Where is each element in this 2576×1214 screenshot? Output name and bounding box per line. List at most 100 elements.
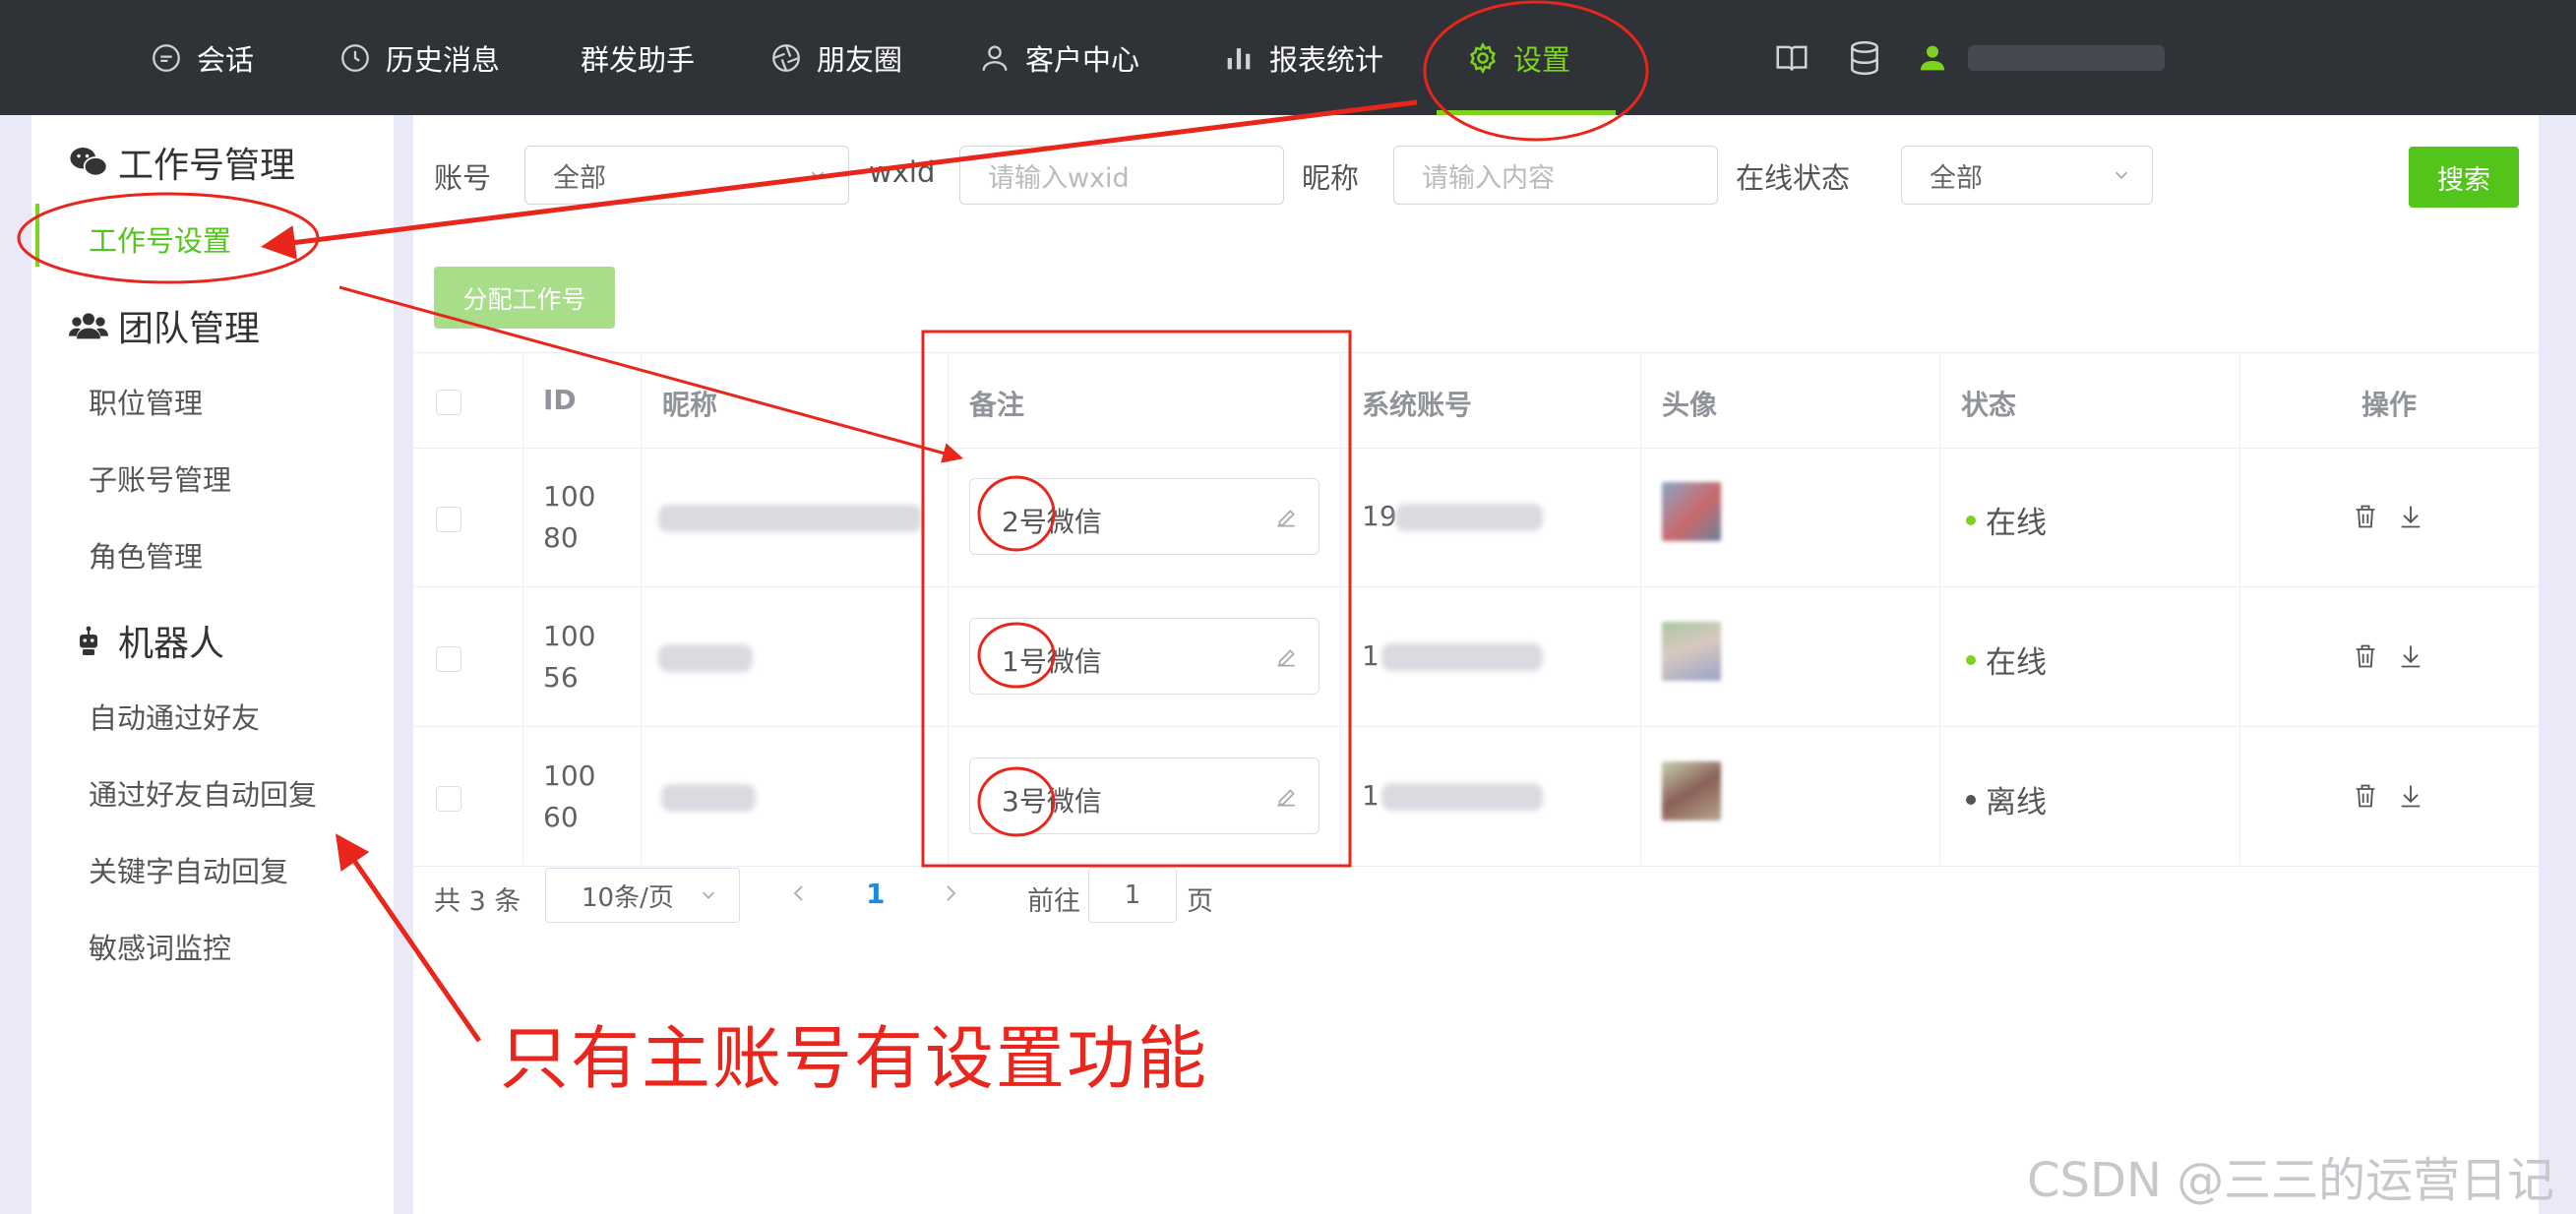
- nav-item-chat[interactable]: 会话: [150, 0, 254, 115]
- sidebar-item-auto-accept-friends[interactable]: 自动通过好友: [89, 696, 260, 737]
- row-avatar: [1662, 482, 1721, 541]
- bar-chart-icon: [1227, 47, 1251, 69]
- download-icon[interactable]: [2397, 781, 2424, 811]
- row-divider: [413, 726, 2539, 727]
- pagination-page-suffix: 页: [1187, 886, 1213, 917]
- wxid-input[interactable]: 请输入wxid: [959, 146, 1284, 205]
- nav-item-label: 报表统计: [1269, 42, 1384, 77]
- row-id: 10056: [543, 620, 596, 694]
- next-page-icon[interactable]: [941, 881, 960, 905]
- sidebar-item-friend-auto-reply[interactable]: 通过好友自动回复: [89, 772, 317, 814]
- row-checkbox[interactable]: [436, 507, 461, 532]
- sidebar-item-work-account-settings[interactable]: 工作号设置: [89, 218, 231, 260]
- column-divider: [948, 352, 949, 865]
- chevron-down-icon: [2115, 171, 2128, 179]
- status-dot: [1966, 794, 1976, 805]
- nav-item-label: 设置: [1513, 42, 1571, 77]
- chevron-down-icon: [702, 891, 715, 899]
- edit-pencil-icon[interactable]: [1273, 505, 1299, 530]
- column-header-actions: 操作: [2361, 389, 2418, 421]
- row-system-account-prefix: 19: [1362, 500, 1397, 532]
- nav-item-settings[interactable]: 设置: [1466, 0, 1570, 115]
- row-system-account-blurred: [1381, 643, 1543, 671]
- column-divider: [641, 352, 642, 865]
- current-user-name[interactable]: [1968, 45, 2165, 71]
- account-select[interactable]: 全部: [524, 146, 849, 205]
- column-header-avatar: 头像: [1662, 389, 1718, 421]
- nav-item-label: 历史消息: [386, 42, 501, 77]
- column-divider: [1640, 352, 1641, 865]
- nav-item-label: 朋友圈: [817, 42, 903, 77]
- account-filter-label: 账号: [434, 161, 492, 195]
- assign-work-account-button[interactable]: 分配工作号: [434, 267, 615, 329]
- watermark: CSDN @三三的运营日记: [2027, 1153, 2555, 1208]
- row-id: 10060: [543, 759, 596, 833]
- row-checkbox[interactable]: [436, 786, 461, 812]
- sidebar-item-sub-accounts[interactable]: 子账号管理: [89, 457, 231, 499]
- chevron-down-icon: [811, 171, 825, 179]
- current-user-icon[interactable]: [1917, 41, 1948, 73]
- nav-item-broadcast[interactable]: 群发助手: [581, 0, 695, 115]
- clock-icon: [341, 43, 369, 72]
- column-divider: [2239, 352, 2240, 865]
- annotation-text: 只有主账号有设置功能: [500, 1018, 1208, 1099]
- pagination-current-page[interactable]: 1: [866, 878, 885, 910]
- nickname-filter-label: 昵称: [1302, 161, 1360, 195]
- edit-pencil-icon[interactable]: [1273, 644, 1299, 670]
- nav-item-moments[interactable]: 朋友圈: [769, 0, 902, 115]
- sidebar-item-keyword-auto-reply[interactable]: 关键字自动回复: [89, 849, 288, 890]
- sidebar-item-roles[interactable]: 角色管理: [89, 534, 203, 576]
- column-divider: [1340, 352, 1341, 865]
- select-all-checkbox[interactable]: [436, 390, 461, 415]
- column-divider: [522, 352, 523, 865]
- sidebar-item-sensitive-words[interactable]: 敏感词监控: [89, 926, 231, 967]
- status-dot: [1966, 654, 1976, 665]
- column-header-remark: 备注: [969, 389, 1025, 421]
- row-system-account-blurred: [1381, 783, 1543, 811]
- row-nickname-blurred: [658, 644, 753, 672]
- delete-icon[interactable]: [2352, 641, 2379, 671]
- row-status: 在线: [1966, 637, 2047, 682]
- row-avatar: [1662, 622, 1721, 681]
- row-remark-field[interactable]: 3号微信: [969, 758, 1319, 834]
- sidebar-item-positions[interactable]: 职位管理: [89, 381, 203, 422]
- nav-item-label: 会话: [197, 42, 255, 77]
- user-icon: [982, 45, 1008, 71]
- download-icon[interactable]: [2397, 502, 2424, 531]
- online-status-select[interactable]: 全部: [1901, 146, 2153, 205]
- pagination-goto-input[interactable]: 1: [1088, 868, 1177, 923]
- book-icon[interactable]: [1773, 39, 1810, 77]
- delete-icon[interactable]: [2352, 781, 2379, 811]
- row-system-account-blurred: [1395, 504, 1543, 531]
- sidebar-group-work-accounts: 工作号管理: [69, 137, 295, 188]
- status-dot: [1966, 515, 1976, 525]
- column-header-status: 状态: [1961, 389, 2017, 421]
- row-avatar: [1662, 761, 1721, 820]
- search-button[interactable]: 搜索: [2409, 147, 2519, 208]
- nav-item-label: 群发助手: [581, 42, 696, 77]
- row-divider: [413, 866, 2539, 867]
- nav-item-label: 客户中心: [1025, 42, 1140, 77]
- row-nickname-blurred: [661, 784, 756, 812]
- download-icon[interactable]: [2397, 641, 2424, 671]
- row-status: 离线: [1966, 777, 2047, 821]
- page-size-select[interactable]: 10条/页: [545, 868, 740, 923]
- online-status-filter-label: 在线状态: [1736, 161, 1851, 195]
- nav-item-reports[interactable]: 报表统计: [1222, 0, 1383, 115]
- row-remark-field[interactable]: 1号微信: [969, 618, 1319, 695]
- row-remark-field[interactable]: 2号微信: [969, 478, 1319, 555]
- nav-item-history[interactable]: 历史消息: [338, 0, 500, 115]
- nickname-input[interactable]: 请输入内容: [1393, 146, 1718, 205]
- row-checkbox[interactable]: [436, 646, 461, 672]
- column-divider: [1939, 352, 1940, 865]
- sidebar: 工作号管理 工作号设置 团队管理 职位管理 子账号管理 角色管理 机器人 自动通…: [31, 115, 394, 1214]
- robot-icon: [80, 626, 97, 655]
- nav-item-customers[interactable]: 客户中心: [978, 0, 1139, 115]
- column-header-id: ID: [543, 384, 577, 416]
- wxid-filter-label: wxid: [869, 155, 936, 189]
- prev-page-icon[interactable]: [789, 881, 809, 905]
- database-icon[interactable]: [1846, 39, 1883, 77]
- column-header-system-account: 系统账号: [1362, 389, 1473, 421]
- edit-pencil-icon[interactable]: [1273, 784, 1299, 810]
- delete-icon[interactable]: [2352, 502, 2379, 531]
